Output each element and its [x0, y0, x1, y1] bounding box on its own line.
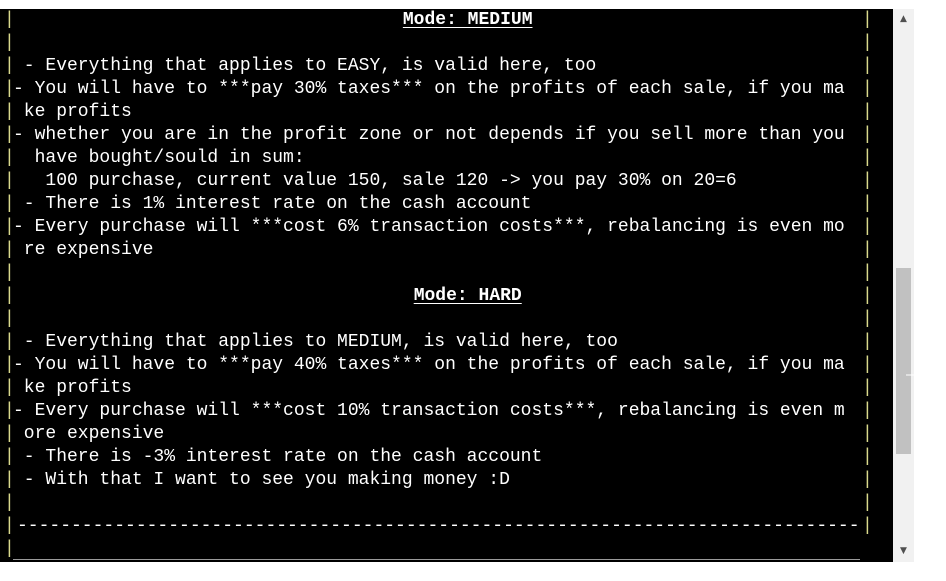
terminal-text: - You will have to ***pay 30% taxes*** o…	[13, 79, 845, 99]
border-right: |	[862, 516, 873, 536]
border-right: |	[862, 309, 873, 329]
border-right: |	[862, 263, 873, 283]
border-right: |	[862, 10, 873, 30]
scrollbar-thumb[interactable]	[896, 268, 911, 455]
border-right: |	[862, 194, 873, 214]
border-right: |	[862, 125, 873, 145]
border-left: |	[4, 309, 15, 329]
terminal-text: - There is -3% interest rate on the cash…	[13, 447, 543, 467]
border-left: |	[4, 286, 15, 306]
terminal-text: re expensive	[13, 240, 154, 260]
border-left: |	[4, 516, 15, 536]
border-left: |	[4, 10, 15, 30]
border-right: |	[862, 355, 873, 375]
border-right: |	[862, 148, 873, 168]
scroll-down-arrow-icon[interactable]: ▼	[893, 543, 914, 560]
border-right: |	[862, 79, 873, 99]
terminal-text: - There is 1% interest rate on the cash …	[13, 194, 532, 214]
terminal-text: ke profits	[13, 102, 132, 122]
terminal-text: - Every purchase will ***cost 6% transac…	[13, 217, 845, 237]
terminal-text: - You will have to ***pay 40% taxes*** o…	[13, 355, 845, 375]
terminal-text: - Everything that applies to MEDIUM, is …	[13, 332, 618, 352]
terminal-text: 100 purchase, current value 150, sale 12…	[13, 171, 737, 191]
terminal-text: - whether you are in the profit zone or …	[13, 125, 845, 145]
border-right: |	[862, 447, 873, 467]
border-right: |	[862, 286, 873, 306]
mode-title: Mode: MEDIUM	[402, 10, 533, 30]
scroll-up-arrow-icon[interactable]: ▲	[893, 11, 914, 28]
border-right: |	[862, 378, 873, 398]
bottom-border-line	[13, 559, 860, 560]
border-right: |	[862, 102, 873, 122]
border-right: |	[862, 470, 873, 490]
border-right: |	[862, 56, 873, 76]
border-left: |	[4, 263, 15, 283]
border-left: |	[4, 539, 15, 559]
terminal-text: have bought/sould in sum:	[13, 148, 305, 168]
terminal-text: - Everything that applies to EASY, is va…	[13, 56, 597, 76]
border-left: |	[4, 493, 15, 513]
border-right: |	[862, 493, 873, 513]
vertical-scrollbar[interactable]: ▲ ▼	[893, 9, 914, 562]
border-right: |	[862, 217, 873, 237]
divider-line: ----------------------------------------…	[17, 516, 862, 536]
terminal-screen[interactable]: | Mode: MEDIUM | | | | - Everything that appl…	[0, 9, 893, 562]
border-right: |	[862, 401, 873, 421]
border-right: |	[862, 240, 873, 260]
terminal-text: ke profits	[13, 378, 132, 398]
terminal-text: - Every purchase will ***cost 10% transa…	[13, 401, 845, 421]
border-right: |	[862, 171, 873, 191]
mouse-crosshair-cursor-icon	[906, 365, 926, 385]
border-right: |	[862, 332, 873, 352]
border-left: |	[4, 33, 15, 53]
terminal-text: - With that I want to see you making mon…	[13, 470, 510, 490]
border-right: |	[862, 424, 873, 444]
terminal-text: ore expensive	[13, 424, 165, 444]
border-right: |	[862, 33, 873, 53]
mode-title: Mode: HARD	[413, 286, 522, 306]
